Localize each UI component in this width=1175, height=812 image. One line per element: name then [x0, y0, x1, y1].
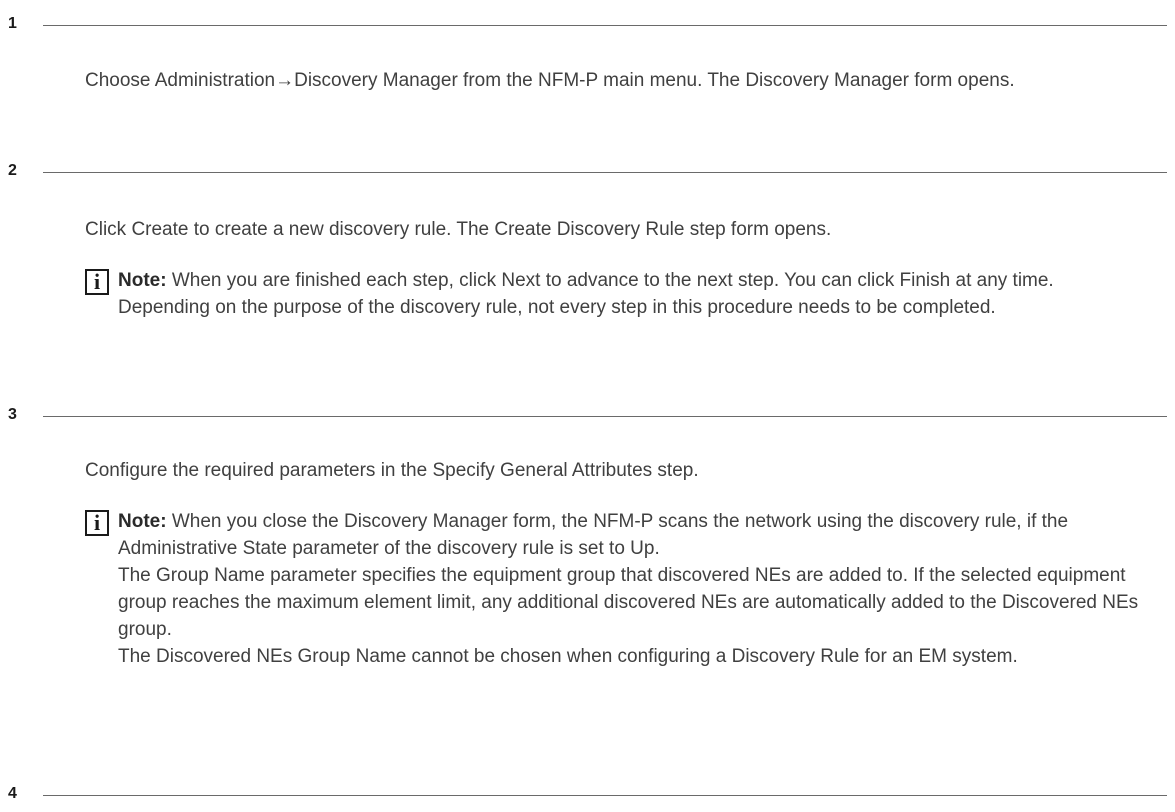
note-text: Depending on the purpose of the discover…	[118, 297, 996, 318]
step-1-text: Choose Administration→Discovery Manager …	[85, 70, 1015, 91]
note-text: When you are finished each step, click N…	[171, 270, 1054, 291]
step-divider	[43, 25, 1167, 26]
step-2-text: Click Create to create a new discovery r…	[85, 219, 832, 240]
note-label: Note:	[118, 270, 167, 291]
note-text: The Discovered NEs Group Name cannot be …	[118, 646, 1018, 667]
step-divider	[43, 795, 1167, 796]
info-icon: i	[85, 269, 109, 295]
note-label: Note:	[118, 511, 167, 532]
step-1-header: 1	[0, 14, 1175, 38]
info-icon: i	[85, 510, 109, 536]
step-number: 2	[8, 162, 17, 179]
step-number: 3	[8, 406, 17, 423]
note-body: Note: When you close the Discovery Manag…	[118, 508, 1168, 670]
note-first: Note: When you are finished each step, c…	[118, 270, 1054, 291]
step-3-header: 3	[0, 405, 1175, 429]
note-text: The Group Name parameter specifies the e…	[118, 565, 1139, 640]
step-3-text: Configure the required parameters in the…	[85, 460, 699, 481]
step-2-header: 2	[0, 161, 1175, 185]
step-number: 4	[8, 785, 17, 802]
note-text: When you close the Discovery Manager for…	[118, 511, 1069, 559]
step-4-header: 4	[0, 784, 1175, 808]
note-first: Note: When you close the Discovery Manag…	[118, 511, 1068, 559]
step-divider	[43, 416, 1167, 417]
note-body: Note: When you are finished each step, c…	[118, 267, 1168, 321]
step-divider	[43, 172, 1167, 173]
step-number: 1	[8, 15, 17, 32]
